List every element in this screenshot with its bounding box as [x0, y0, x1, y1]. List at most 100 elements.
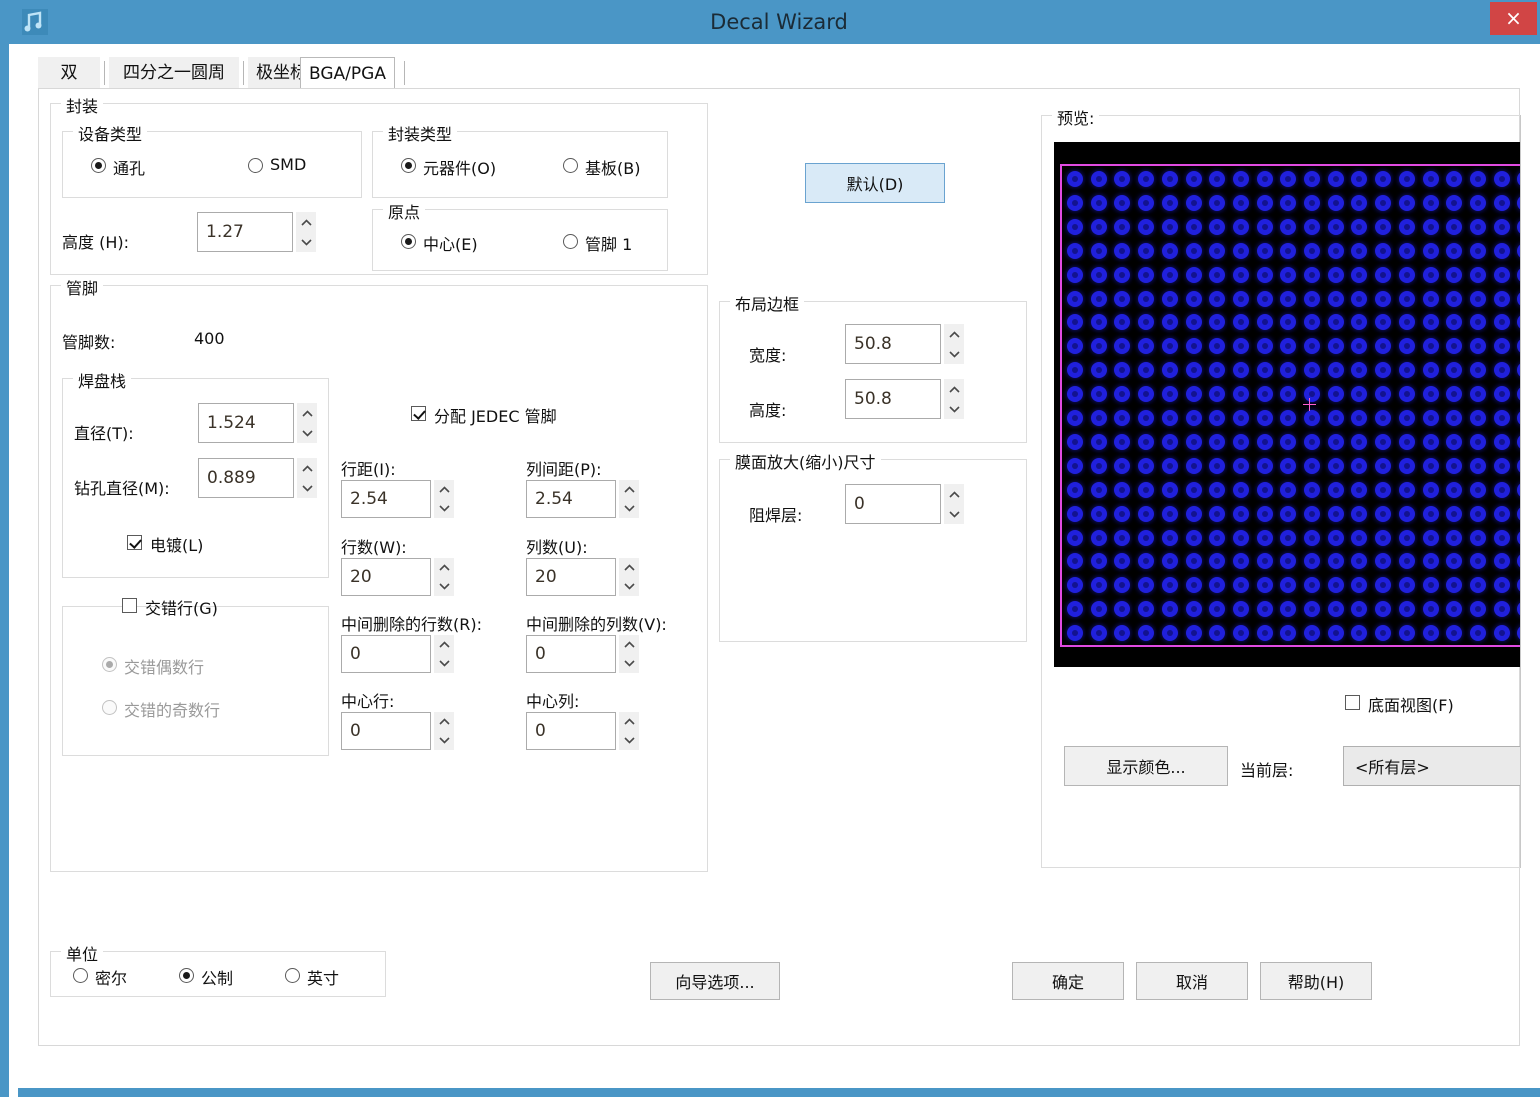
center-row-spinner[interactable] [434, 712, 454, 750]
spinner-up-icon[interactable] [623, 712, 636, 731]
col-pitch-spinner[interactable] [619, 480, 639, 518]
spinner-down-icon[interactable] [438, 654, 451, 673]
pad [1351, 505, 1368, 522]
drill-diameter-input[interactable]: 0.889 [198, 458, 294, 498]
border-width-spinner[interactable] [944, 324, 964, 364]
pad [1256, 171, 1273, 187]
spinner-down-icon[interactable] [438, 731, 451, 750]
cancel-button[interactable]: 取消 [1136, 962, 1248, 1000]
col-pitch-input[interactable]: 2.54 [526, 480, 616, 518]
center-col-spinner[interactable] [619, 712, 639, 750]
spinner-down-icon[interactable] [301, 478, 314, 498]
height-spinner[interactable] [296, 212, 316, 252]
tab-strip: 双 四分之一圆周 极坐标 BGA/PGA [38, 57, 1520, 90]
spinner-down-icon[interactable] [623, 654, 636, 673]
ok-button[interactable]: 确定 [1012, 962, 1124, 1000]
close-icon[interactable]: × [1490, 2, 1537, 35]
wizard-options-button[interactable]: 向导选项... [650, 962, 780, 1000]
spinner-up-icon[interactable] [948, 379, 961, 399]
bga-preview-canvas[interactable] [1054, 142, 1540, 667]
help-button[interactable]: 帮助(H) [1260, 962, 1372, 1000]
spinner-up-icon[interactable] [438, 635, 451, 654]
pad [1422, 601, 1439, 618]
tab-dual[interactable]: 双 [38, 57, 100, 89]
pad-diameter-input[interactable]: 1.524 [198, 403, 294, 443]
spinner-up-icon[interactable] [623, 635, 636, 654]
center-col-input[interactable]: 0 [526, 712, 616, 750]
border-width-input[interactable]: 50.8 [845, 324, 941, 364]
spinner-down-icon[interactable] [438, 577, 451, 596]
tab-bga-pga[interactable]: BGA/PGA [300, 57, 395, 90]
spinner-up-icon[interactable] [948, 484, 961, 504]
tab-quarter-circle[interactable]: 四分之一圆周 [109, 57, 239, 89]
spinner-up-icon[interactable] [623, 480, 636, 499]
spinner-down-icon[interactable] [948, 344, 961, 364]
spinner-down-icon[interactable] [300, 232, 313, 252]
drill-diameter-spinner[interactable] [297, 458, 317, 498]
spinner-down-icon[interactable] [623, 577, 636, 596]
row-count-spinner[interactable] [434, 558, 454, 596]
pad [1351, 290, 1368, 307]
spinner-up-icon[interactable] [438, 558, 451, 577]
pin-count-label: 管脚数: [62, 333, 116, 352]
deleted-rows-spinner[interactable] [434, 635, 454, 673]
pad [1232, 266, 1249, 283]
spinner-up-icon[interactable] [623, 558, 636, 577]
spinner-down-icon[interactable] [948, 399, 961, 419]
col-count-spinner[interactable] [619, 558, 639, 596]
pad [1375, 505, 1392, 522]
spinner-up-icon[interactable] [301, 403, 314, 423]
spinner-down-icon[interactable] [623, 499, 636, 518]
spinner-down-icon[interactable] [301, 423, 314, 443]
solder-mask-input[interactable]: 0 [845, 484, 941, 524]
deleted-rows-input[interactable]: 0 [341, 635, 431, 673]
pad [1422, 457, 1439, 474]
height-input[interactable]: 1.27 [197, 212, 293, 252]
spinner-down-icon[interactable] [948, 504, 961, 524]
pad [1090, 625, 1107, 642]
solder-mask-spinner[interactable] [944, 484, 964, 524]
current-layer-combobox[interactable]: <所有层> [1343, 746, 1540, 786]
pad [1304, 266, 1320, 283]
display-colors-button[interactable]: 显示颜色... [1064, 746, 1228, 786]
spinner-down-icon[interactable] [623, 731, 636, 750]
spinner-up-icon[interactable] [438, 712, 451, 731]
pad [1232, 171, 1249, 187]
col-count-label: 列数(U): [526, 538, 588, 557]
spinner-up-icon[interactable] [948, 324, 961, 344]
pad [1446, 481, 1463, 498]
deleted-cols-input[interactable]: 0 [526, 635, 616, 673]
row-pitch-spinner[interactable] [434, 480, 454, 518]
pad [1422, 505, 1439, 522]
row-pitch-input[interactable]: 2.54 [341, 480, 431, 518]
defaults-button[interactable]: 默认(D) [805, 163, 945, 203]
pad [1422, 266, 1439, 283]
spinner-up-icon[interactable] [438, 480, 451, 499]
spinner-down-icon[interactable] [438, 499, 451, 518]
pad [1138, 481, 1155, 498]
pad [1256, 218, 1273, 235]
center-row-input[interactable]: 0 [341, 712, 431, 750]
package-type-group: 封装类型 元器件(O) 基板(B) [372, 121, 668, 198]
row-count-input[interactable]: 20 [341, 558, 431, 596]
border-height-spinner[interactable] [944, 379, 964, 419]
tab-separator [104, 61, 105, 85]
spinner-up-icon[interactable] [301, 458, 314, 478]
pad [1185, 481, 1202, 498]
border-height-input[interactable]: 50.8 [845, 379, 941, 419]
pad [1090, 553, 1107, 570]
deleted-cols-spinner[interactable] [619, 635, 639, 673]
pad [1469, 362, 1486, 379]
stagger-group: 交错行(G) 交错偶数行 交错的奇数行 [62, 598, 329, 756]
spinner-up-icon[interactable] [300, 212, 313, 232]
pad [1327, 601, 1344, 618]
pad [1161, 362, 1178, 379]
col-count-input[interactable]: 20 [526, 558, 616, 596]
pad [1422, 553, 1439, 570]
pad [1185, 314, 1202, 331]
package-type-caption: 封装类型 [383, 121, 458, 145]
pad [1327, 529, 1344, 546]
pad [1232, 386, 1249, 403]
radio-dot-icon [102, 700, 117, 715]
pad-diameter-spinner[interactable] [297, 403, 317, 443]
